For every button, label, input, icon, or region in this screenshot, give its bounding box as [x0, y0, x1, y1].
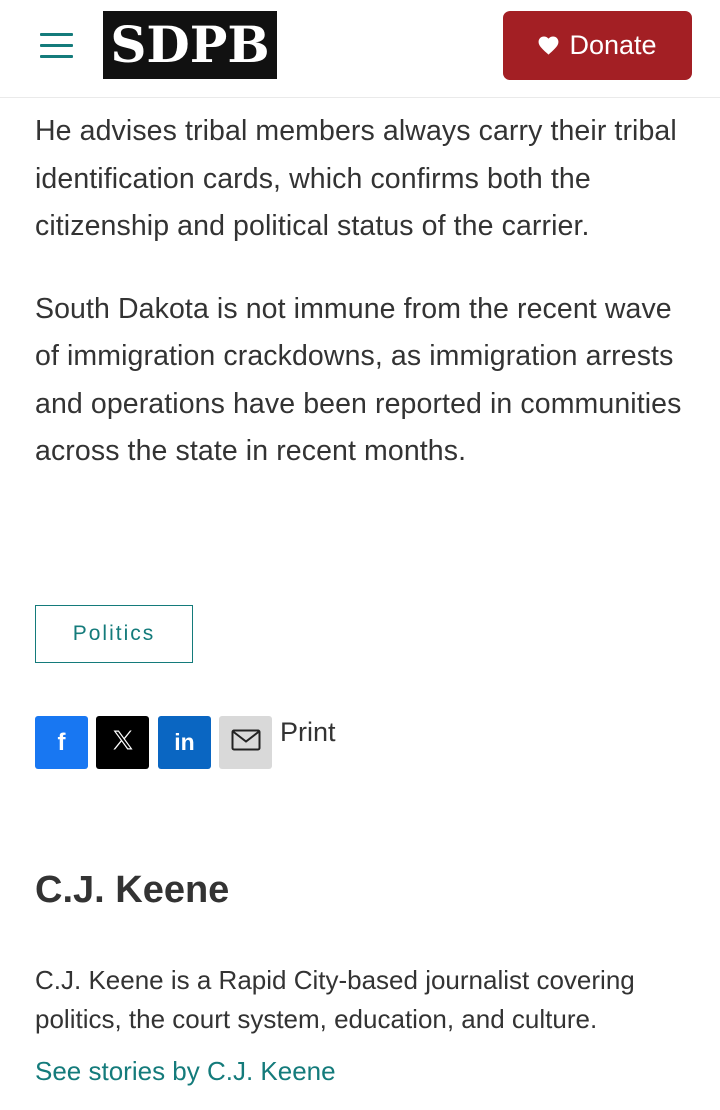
sdpb-logo[interactable]: SDPB [103, 11, 277, 79]
site-header: SDPB Donate [0, 0, 720, 98]
article-paragraph: South Dakota is not immune from the rece… [35, 292, 682, 468]
logo-text: SDPB [110, 15, 270, 74]
menu-bar [40, 55, 73, 58]
article-paragraph: He advises tribal members always carry t… [35, 115, 677, 242]
heart-icon [538, 36, 559, 55]
linkedin-share-button[interactable]: in [158, 716, 211, 769]
donate-label: Donate [569, 30, 657, 60]
article-body: He advises tribal members always carry t… [35, 108, 695, 476]
donate-button[interactable]: Donate [503, 11, 692, 80]
author-stories-link[interactable]: See stories by C.J. Keene [35, 1054, 336, 1088]
author-name: C.J. Keene [35, 869, 230, 911]
facebook-share-button[interactable]: f [35, 716, 88, 769]
author-bio: C.J. Keene is a Rapid City-based journal… [35, 965, 635, 1034]
x-icon [111, 728, 135, 757]
tag-politics[interactable]: Politics [35, 605, 193, 663]
linkedin-icon: in [174, 729, 195, 755]
facebook-icon: f [57, 728, 66, 756]
print-link[interactable]: Print [280, 716, 336, 748]
menu-bar [40, 44, 73, 47]
menu-bar [40, 33, 73, 36]
x-share-button[interactable] [96, 716, 149, 769]
email-icon [231, 729, 261, 756]
hamburger-menu-icon[interactable] [40, 33, 73, 59]
email-share-button[interactable] [219, 716, 272, 769]
